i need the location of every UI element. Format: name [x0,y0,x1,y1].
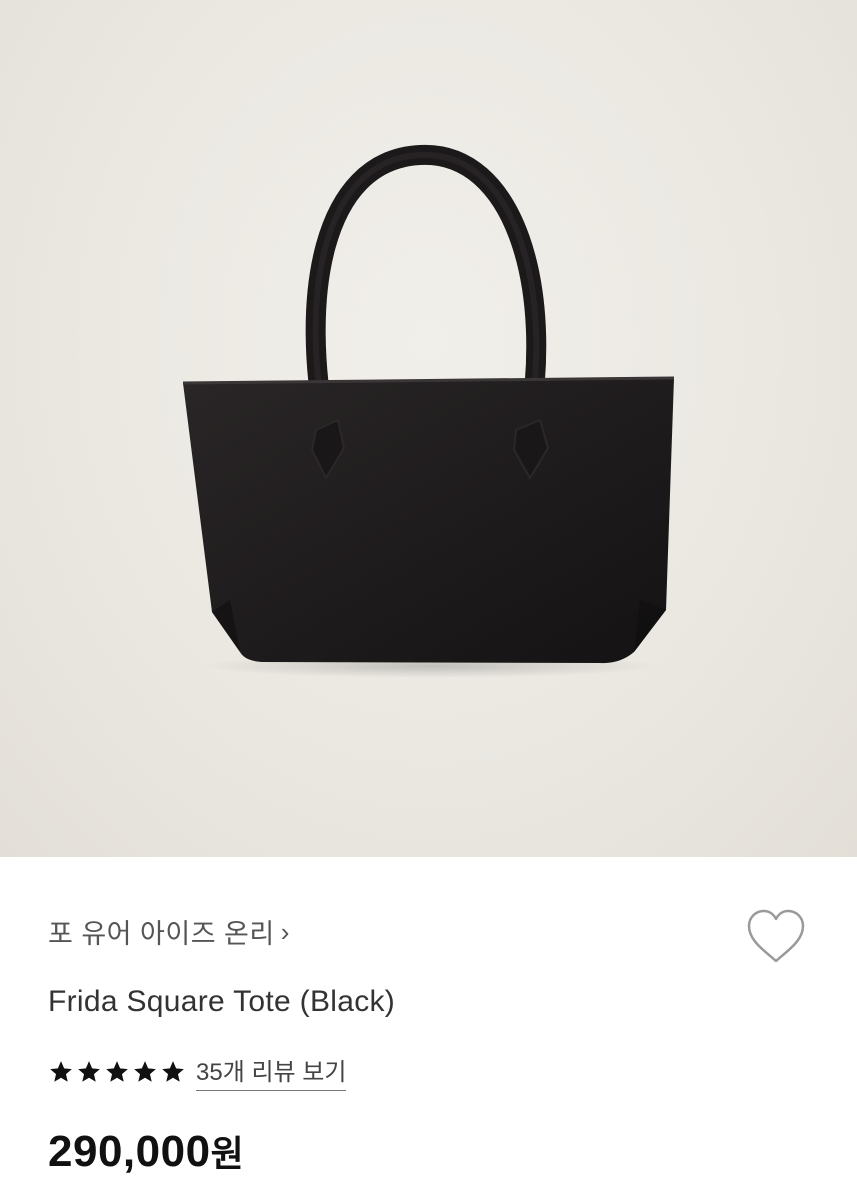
rating-stars [48,1059,186,1085]
star-icon [162,1060,184,1082]
brand-link[interactable]: 포 유어 아이즈 온리 › [48,912,289,951]
heart-outline-icon [747,909,805,963]
star-icon [50,1060,72,1082]
star-icon [106,1060,128,1082]
brand-name: 포 유어 아이즈 온리 [48,919,275,949]
wishlist-button[interactable] [745,908,807,966]
tote-bag-illustration [182,144,675,678]
product-price: 290,000원 [48,1125,244,1177]
product-title: Frida Square Tote (Black) [48,985,396,1018]
star-icon [78,1060,100,1082]
rating-row: 35개 리뷰 보기 [48,1052,347,1091]
star-icon [134,1060,156,1082]
product-image[interactable] [0,0,857,857]
price-amount: 290,000 [48,1127,211,1176]
price-unit: 원 [210,1133,245,1174]
chevron-right-icon: › [280,916,290,947]
view-reviews-link[interactable]: 35개 리뷰 보기 [196,1052,347,1091]
